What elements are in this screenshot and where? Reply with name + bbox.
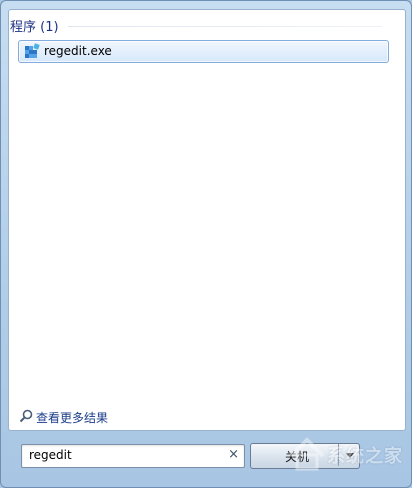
search-results-panel <box>8 9 406 431</box>
watermark-text: 系统之家 <box>327 446 403 467</box>
registry-editor-icon <box>25 43 40 58</box>
see-more-results-label: 查看更多结果 <box>36 411 109 425</box>
search-text: regedit <box>29 448 72 462</box>
search-input[interactable]: regedit × <box>21 444 245 468</box>
watermark-logo: 系统之家 <box>287 432 409 476</box>
watermark-house-icon <box>289 437 325 471</box>
programs-group-header: 程序 (1) <box>10 17 382 35</box>
start-menu: 程序 (1) regedit.exe 查看更多结果 regedit × 关机 系… <box>0 0 412 488</box>
result-label: regedit.exe <box>44 44 112 58</box>
group-title: 程序 (1) <box>10 20 59 35</box>
result-item-regedit[interactable]: regedit.exe <box>18 40 389 63</box>
search-icon <box>19 409 33 423</box>
clear-icon[interactable]: × <box>228 447 239 462</box>
group-divider <box>68 26 382 27</box>
